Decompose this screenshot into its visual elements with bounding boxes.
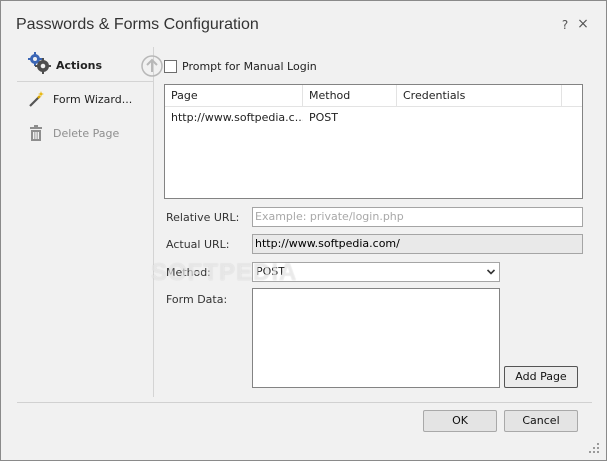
relative-url-placeholder: Example: private/login.php: [255, 210, 404, 223]
checkbox-box[interactable]: [164, 60, 177, 73]
actual-url-field: http://www.softpedia.com/: [252, 234, 583, 254]
resize-grip-icon[interactable]: [588, 442, 600, 454]
cell-method: POST: [309, 111, 338, 124]
relative-url-input[interactable]: Example: private/login.php: [252, 207, 583, 227]
delete-page-label: Delete Page: [53, 126, 120, 140]
relative-url-label: Relative URL:: [166, 211, 240, 224]
chevron-down-icon: [487, 269, 495, 275]
actions-label: Actions: [56, 59, 102, 72]
trash-icon: [30, 125, 42, 141]
form-data-label: Form Data:: [166, 293, 228, 306]
prompt-manual-login-checkbox[interactable]: Prompt for Manual Login: [164, 60, 317, 73]
cancel-button[interactable]: Cancel: [504, 410, 578, 432]
dialog-title: Passwords & Forms Configuration: [16, 16, 259, 33]
ok-button[interactable]: OK: [423, 410, 497, 432]
close-button[interactable]: ×: [576, 17, 590, 31]
actions-header: Actions: [17, 47, 163, 77]
table-row[interactable]: http://www.softpedia.c... POST: [165, 108, 582, 128]
column-header-credentials[interactable]: Credentials: [397, 85, 562, 107]
magic-wand-icon: [29, 91, 44, 107]
form-wizard-label: Form Wizard...: [53, 92, 133, 106]
footer-separator: [17, 402, 592, 403]
softpedia-watermark: SOFTPEDIA: [151, 259, 298, 286]
dialog-window: Passwords & Forms Configuration ? × Acti…: [0, 0, 607, 461]
arrow-up-circle-icon[interactable]: [141, 55, 163, 77]
column-header-method[interactable]: Method: [303, 85, 397, 107]
pages-table[interactable]: Page Method Credentials http://www.softp…: [164, 84, 583, 199]
actions-divider: [17, 81, 154, 82]
form-data-textarea[interactable]: [252, 288, 500, 388]
cell-page: http://www.softpedia.c...: [171, 111, 303, 124]
gears-icon: [28, 52, 51, 74]
prompt-manual-login-label: Prompt for Manual Login: [182, 60, 317, 73]
delete-page-button[interactable]: Delete Page: [17, 123, 154, 143]
help-button[interactable]: ?: [558, 18, 572, 32]
column-header-page[interactable]: Page: [165, 85, 303, 107]
form-wizard-button[interactable]: Form Wizard...: [17, 89, 154, 109]
table-header: Page Method Credentials: [165, 85, 582, 107]
add-page-button[interactable]: Add Page: [504, 366, 578, 388]
actual-url-label: Actual URL:: [166, 238, 230, 251]
